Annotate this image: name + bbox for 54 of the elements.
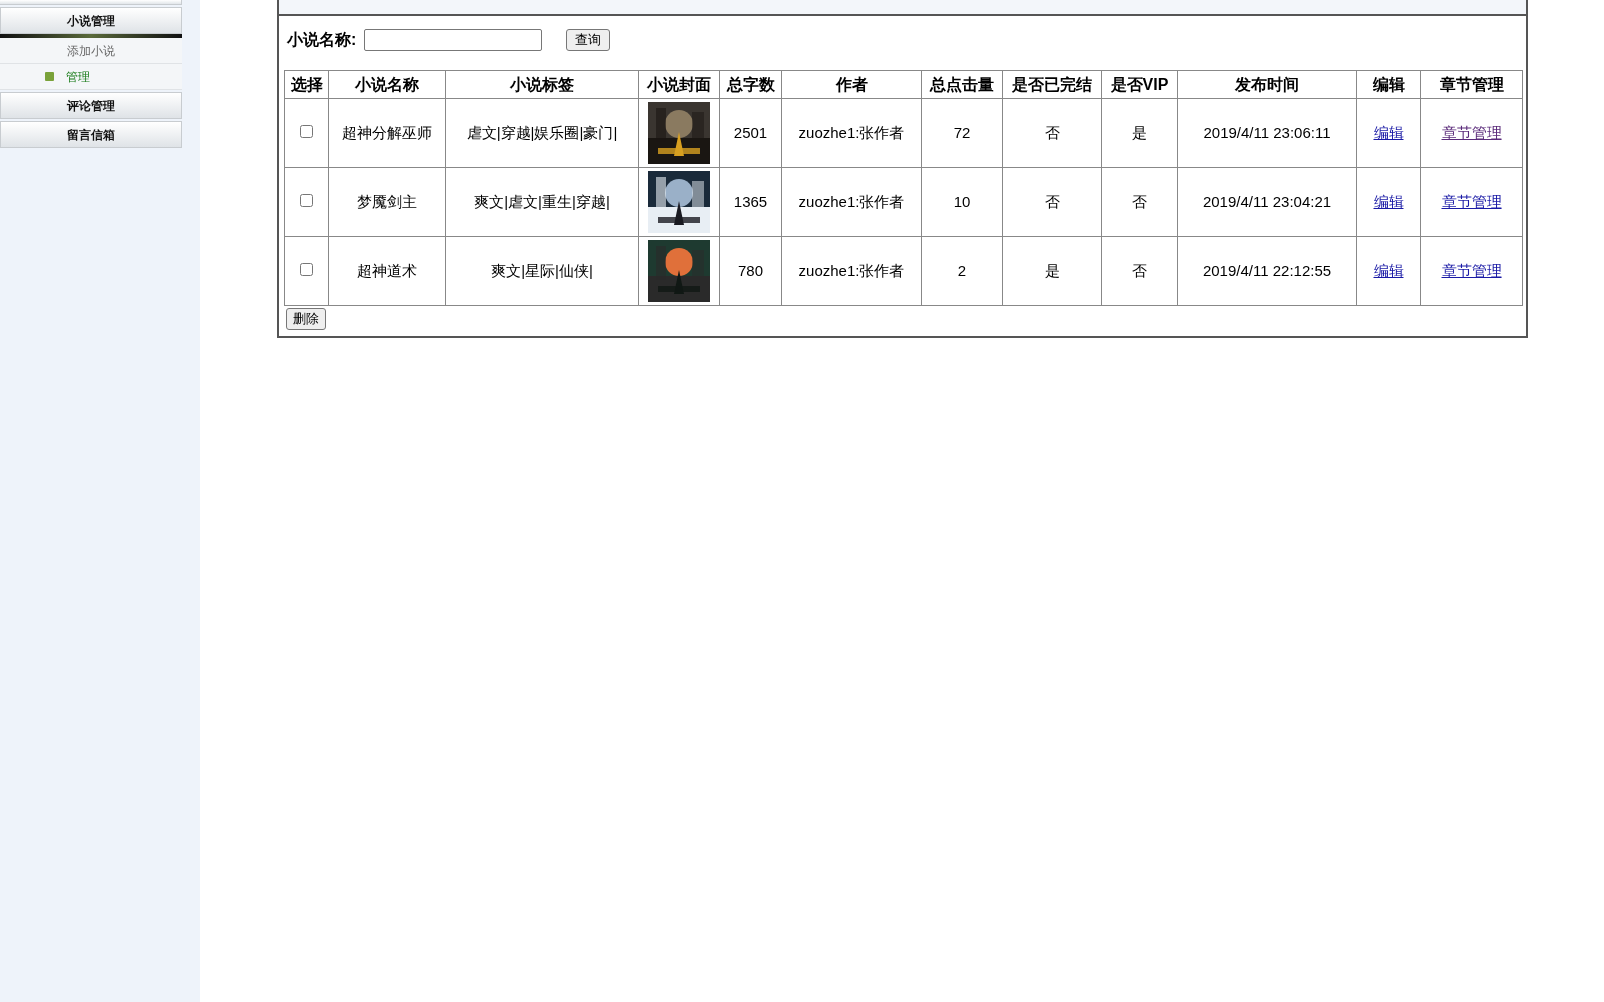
column-header: 发布时间	[1177, 70, 1357, 99]
table-cell: 是	[1002, 236, 1102, 306]
table-cell: zuozhe1:张作者	[781, 167, 922, 237]
table-cell: 是	[1101, 98, 1178, 168]
table-cell: zuozhe1:张作者	[781, 98, 922, 168]
table-cell: 1365	[719, 167, 782, 237]
table-cell: 超神道术	[328, 236, 446, 306]
row-checkbox[interactable]	[300, 124, 313, 138]
menu-header[interactable]: 留言信箱	[0, 121, 182, 148]
table-cell: 虐文|穿越|娱乐圈|豪门|	[445, 98, 639, 168]
menu-header[interactable]: 小说管理	[0, 7, 182, 34]
column-header: 是否VIP	[1101, 70, 1178, 99]
column-header: 作者	[781, 70, 922, 99]
search-button[interactable]: 查询	[566, 29, 611, 51]
table-cell: 否	[1101, 167, 1178, 237]
table-cell: zuozhe1:张作者	[781, 236, 922, 306]
row-checkbox[interactable]	[300, 262, 313, 276]
edit-link[interactable]: 编辑	[1373, 123, 1404, 141]
table-cell: 10	[921, 167, 1003, 237]
submenu-item[interactable]: 添加小说	[0, 38, 182, 64]
table-cell: 否	[1002, 98, 1102, 168]
table-cell: 72	[921, 98, 1003, 168]
column-header: 是否已完结	[1002, 70, 1102, 99]
table-cell: 2019/4/11 22:12:55	[1177, 236, 1357, 306]
table-cell: 否	[1101, 236, 1178, 306]
search-label: 小说名称:	[287, 30, 357, 50]
delete-button[interactable]: 删除	[286, 308, 326, 330]
column-header: 章节管理	[1420, 70, 1523, 99]
chapter-link[interactable]: 章节管理	[1441, 261, 1502, 279]
table-cell: 爽文|虐文|重生|穿越|	[445, 167, 639, 237]
column-header: 小说标签	[445, 70, 639, 99]
column-header: 小说名称	[328, 70, 446, 99]
column-header: 选择	[284, 70, 329, 99]
table-cell: 780	[719, 236, 782, 306]
table-cell: 2	[921, 236, 1003, 306]
table-cell: 否	[1002, 167, 1102, 237]
edit-link[interactable]: 编辑	[1373, 261, 1404, 279]
column-header: 编辑	[1356, 70, 1421, 99]
search-field[interactable]	[364, 29, 543, 51]
menu-header[interactable]: 评论管理	[0, 92, 182, 119]
edit-link[interactable]: 编辑	[1373, 192, 1404, 210]
table-cell: 超神分解巫师	[328, 98, 446, 168]
column-header: 总字数	[719, 70, 782, 99]
table-cell: 梦魇剑主	[328, 167, 446, 237]
chapter-link[interactable]: 章节管理	[1441, 123, 1502, 141]
row-checkbox[interactable]	[300, 193, 313, 207]
table-cell: 2019/4/11 23:06:11	[1177, 98, 1357, 168]
submenu-item[interactable]: 管理	[0, 64, 182, 90]
table-cell: 2501	[719, 98, 782, 168]
table-cell: 2019/4/11 23:04:21	[1177, 167, 1357, 237]
column-header: 总点击量	[921, 70, 1003, 99]
table-cell: 爽文|星际|仙侠|	[445, 236, 639, 306]
chapter-link[interactable]: 章节管理	[1441, 192, 1502, 210]
column-header: 小说封面	[638, 70, 720, 99]
